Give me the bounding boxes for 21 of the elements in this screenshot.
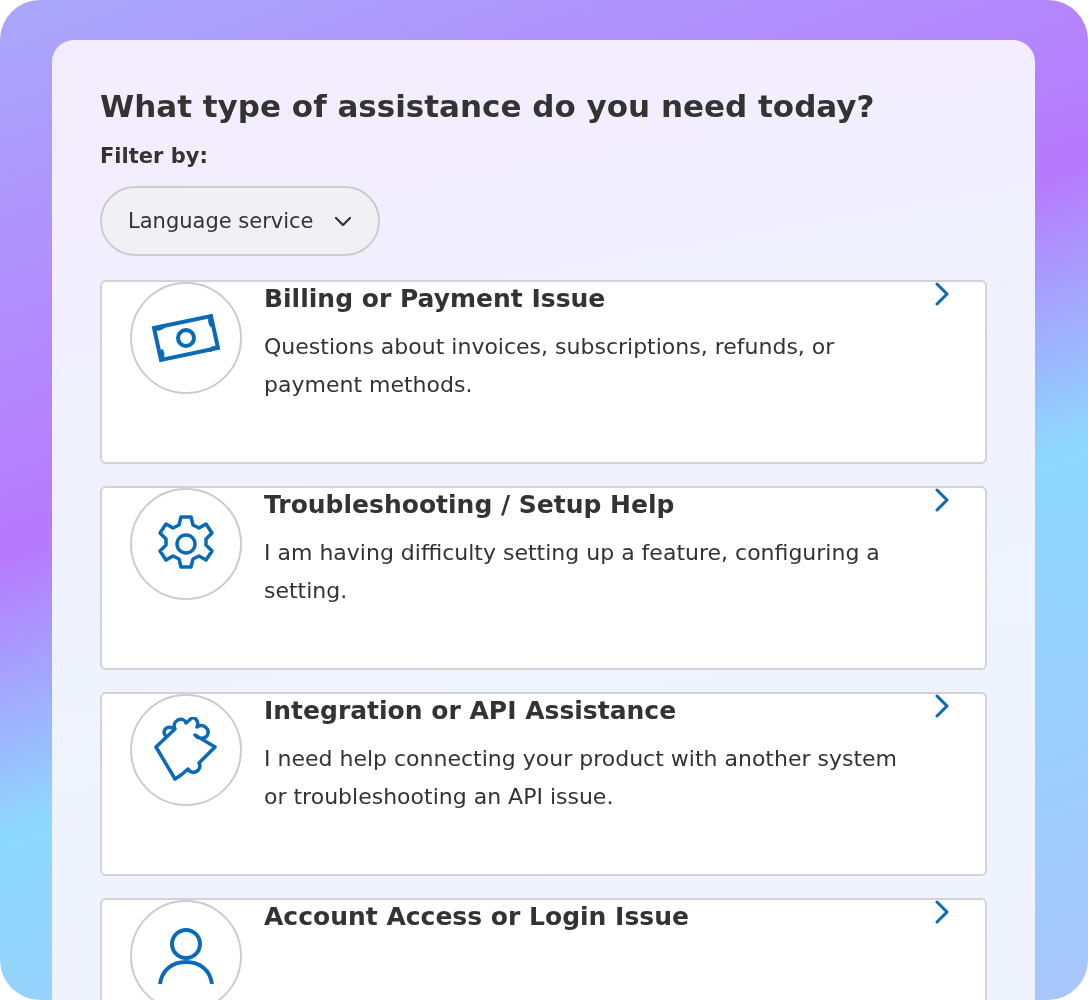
option-card[interactable]: Troubleshooting / Setup Help I am having difficulty setting up a feature, configuring a setting.	[100, 486, 987, 670]
chevron-icon	[935, 694, 949, 718]
caret-icon	[333, 215, 352, 227]
option-title: Account Access or Login Issue	[264, 901, 690, 933]
option-description: Questions about invoices, subscriptions, refunds, or payment methods.	[264, 333, 836, 399]
chevron-icon	[935, 282, 949, 306]
option-description: I need help connecting your product with another system or troubleshooting an API issue.	[264, 745, 898, 811]
filter-label: Filter by:	[100, 144, 209, 168]
option-title: Billing or Payment Issue	[264, 283, 607, 315]
option-card[interactable]: Integration or API Assistance I need help connecting your product with another system or troubleshooting an API issue.	[100, 692, 987, 876]
page-heading: What type of assistance do you need today?	[100, 87, 876, 126]
option-title: Troubleshooting / Setup Help	[264, 489, 676, 521]
money-icon	[151, 312, 221, 364]
chevron-icon	[935, 488, 949, 512]
option-description: I am having difficulty setting up a feature, configuring a setting.	[264, 539, 881, 605]
chevron-icon	[935, 900, 949, 924]
option-title: Integration or API Assistance	[264, 695, 678, 727]
option-card[interactable]: Account Access or Login Issue	[100, 898, 987, 1000]
person-icon	[156, 926, 216, 986]
filter-dropdown[interactable]: Language service	[100, 186, 380, 256]
option-card[interactable]: Billing or Payment Issue Questions about invoices, subscriptions, refunds, or payment methods.	[100, 280, 987, 464]
